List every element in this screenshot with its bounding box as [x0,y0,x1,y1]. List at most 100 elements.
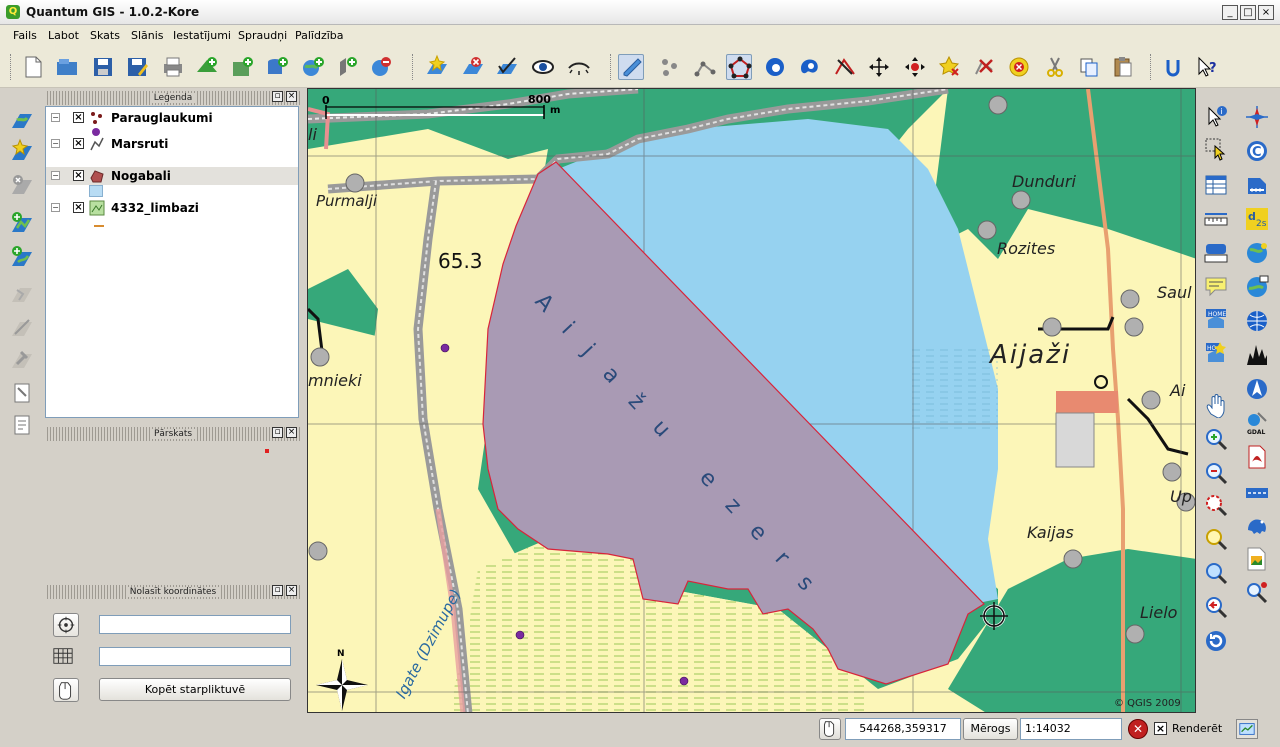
capture-line-icon[interactable] [692,54,718,80]
zoom-to-layer-icon[interactable] [1203,560,1229,586]
measure-line-icon[interactable] [1203,206,1229,232]
grass-tools-icon[interactable] [1244,342,1270,368]
layer-visibility-checkbox[interactable]: × [73,138,84,149]
paste-features-icon[interactable] [1110,54,1136,80]
capture-coordinate-button[interactable] [53,678,79,702]
coords-float-button[interactable]: ▫ [272,585,283,596]
menu-palidziba[interactable]: Palīdzība [295,29,344,42]
overview-close-button[interactable]: × [286,427,297,438]
legend-close-button[interactable]: × [286,91,297,102]
gdal-tools-icon[interactable]: GDAL [1244,410,1270,436]
add-raster-layer-icon[interactable] [9,210,35,236]
legend-layer-marsruti[interactable]: − × Marsruti [46,135,298,153]
north-arrow-decoration-icon[interactable] [1244,376,1270,402]
move-feature-icon[interactable] [972,54,998,80]
overview-panel[interactable] [45,441,299,579]
plugin-manager-icon[interactable] [1160,54,1186,80]
legend-float-button[interactable]: ▫ [272,91,283,102]
coords-dock-title[interactable]: Nolasīt koordinātes [45,585,301,599]
north-arrow-plugin-icon[interactable] [1244,104,1270,130]
capture-polygon-icon[interactable] [726,54,752,80]
toggle-editing-icon[interactable] [618,54,644,80]
menu-iestatijumi[interactable]: Iestatījumi [173,29,231,42]
overview-float-button[interactable]: ▫ [272,427,283,438]
layer-info-icon[interactable] [9,412,35,438]
legend-layer-parauglaukumi[interactable]: − × Parauglaukumi [46,109,298,127]
wfs-plugin-icon[interactable] [1244,308,1270,334]
save-project-icon[interactable] [90,54,116,80]
show-all-layers-icon[interactable] [494,54,520,80]
coordinate-field-2[interactable] [99,647,291,666]
add-postgis-layer-icon[interactable] [9,244,35,270]
georeferencer-icon[interactable] [1244,274,1270,300]
show-bookmarks-icon[interactable]: HO [1203,340,1229,366]
new-vector-layer-icon[interactable] [334,54,360,80]
add-to-overview-icon[interactable] [424,54,450,80]
open-project-icon[interactable] [54,54,80,80]
close-button[interactable]: × [1258,5,1274,20]
collapse-toggle[interactable]: − [51,203,60,212]
render-checkbox[interactable]: × [1154,722,1167,735]
select-features-icon[interactable] [1203,136,1229,162]
zoom-to-selection-icon[interactable] [1203,526,1229,552]
coords-close-button[interactable]: × [286,585,297,596]
add-raster-layer-icon[interactable] [230,54,256,80]
delete-vertex-icon[interactable] [936,54,962,80]
legend-dock-title[interactable]: Leģenda [45,91,301,105]
coordinate-field-1[interactable] [99,615,291,634]
add-ring-icon[interactable] [762,54,788,80]
add-wms-layer-icon[interactable] [9,280,35,306]
menu-spraudni[interactable]: Spraudņi [238,29,287,42]
maximize-button[interactable]: □ [1240,5,1256,20]
new-bookmark-icon[interactable]: HOME [1203,306,1229,332]
toolbar-grip[interactable] [412,54,415,80]
layer-visibility-checkbox[interactable]: × [73,170,84,181]
hide-all-layers-icon[interactable] [530,54,556,80]
add-vector-layer-icon[interactable] [9,106,35,132]
zoom-out-icon[interactable] [1203,460,1229,486]
add-postgis-layer-icon[interactable] [264,54,290,80]
overview-dock-title[interactable]: Pārskats [45,427,301,441]
split-features-icon[interactable] [832,54,858,80]
layer-visibility-checkbox[interactable]: × [73,202,84,213]
menu-fails[interactable]: Fails [13,29,37,42]
stop-render-icon[interactable]: ✕ [1128,719,1148,739]
save-as-icon[interactable] [124,54,150,80]
whats-this-icon[interactable]: ? [1194,54,1220,80]
toolbar-grip[interactable] [1150,54,1153,80]
cut-features-icon[interactable] [1042,54,1068,80]
hammer-icon[interactable] [9,346,35,372]
overview-eye-icon[interactable] [566,54,592,80]
raster-calculator-icon[interactable] [1244,480,1270,506]
new-project-icon[interactable] [20,54,46,80]
pdf-export-icon[interactable] [1244,444,1270,470]
zoom-last-icon[interactable] [1203,594,1229,620]
projection-status-icon[interactable] [1236,719,1258,739]
move-vertex-icon[interactable] [866,54,892,80]
remove-from-overview-icon[interactable] [460,54,486,80]
toolbar-grip[interactable] [610,54,613,80]
refresh-icon[interactable] [1203,628,1229,654]
image-export-icon[interactable] [1244,546,1270,572]
attribute-table-icon[interactable] [1203,172,1229,198]
copy-to-clipboard-button[interactable]: Kopēt starpliktuvē [99,678,291,701]
menu-labot[interactable]: Labot [48,29,79,42]
add-vector-layer-icon[interactable] [194,54,220,80]
layer-visibility-checkbox[interactable]: × [73,112,84,123]
add-island-icon[interactable] [796,54,822,80]
gps-tools-icon[interactable] [1244,240,1270,266]
collapse-toggle[interactable]: − [51,139,60,148]
legend-layer-4332-limbazi[interactable]: − × 4332_limbazi [46,199,298,217]
add-wms-layer-icon[interactable] [300,54,326,80]
add-to-overview-icon[interactable] [9,138,35,164]
capture-point-icon[interactable] [656,54,682,80]
zoom-in-icon[interactable] [1203,426,1229,452]
collapse-toggle[interactable]: − [51,113,60,122]
copyright-label-icon[interactable]: C [1244,138,1270,164]
pan-hand-icon[interactable] [1203,392,1229,419]
map-canvas[interactable]: 0 800 m Purmalji 65.3 Dunduri Rozites Sa… [307,88,1196,713]
identify-icon[interactable]: i [1203,104,1229,130]
toolbar-grip[interactable] [10,54,13,80]
edit-line-icon[interactable] [9,314,35,340]
copy-features-icon[interactable] [1076,54,1102,80]
